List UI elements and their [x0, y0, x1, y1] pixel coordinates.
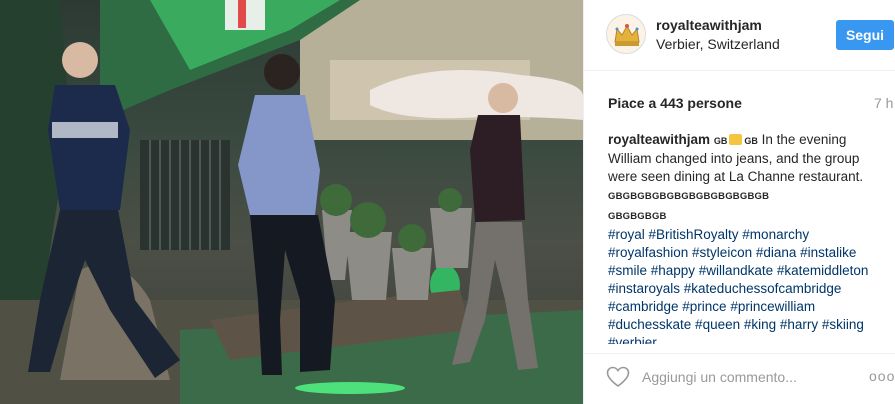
caption-username[interactable]: royalteawithjam [608, 132, 710, 147]
heart-icon[interactable] [606, 366, 630, 388]
photo-scene [0, 0, 583, 404]
post-author-username[interactable]: royalteawithjam [656, 17, 762, 33]
comment-bar: ooo [584, 353, 895, 404]
post-caption: royalteawithjam GB GB In the evening Will… [608, 131, 874, 344]
post-sidebar: royalteawithjam Verbier, Switzerland Seg… [583, 0, 895, 404]
likes-count[interactable]: Piace a 443 persone [608, 95, 742, 111]
crown-emoji-icon [729, 134, 743, 145]
gb-flags-run: GBGBGBGB [608, 211, 667, 222]
more-options-icon[interactable]: ooo [869, 368, 895, 386]
post-photo[interactable] [0, 0, 583, 404]
crown-avatar-icon[interactable] [606, 14, 646, 54]
post-header: royalteawithjam Verbier, Switzerland Seg… [584, 0, 895, 71]
gb-flag-icon: GB [744, 136, 758, 146]
caption-hashtags[interactable]: #royal #BritishRoyalty #monarchy #royalf… [608, 227, 868, 344]
gb-flags-run: GBGBGBGBGBGBGBGBGBGBGB [608, 191, 770, 202]
gb-flag-icon: GB [713, 136, 728, 146]
post-location[interactable]: Verbier, Switzerland [656, 36, 780, 52]
comment-input[interactable] [642, 365, 852, 389]
follow-button[interactable]: Segui [836, 20, 894, 50]
post-time[interactable]: 7 h [874, 95, 893, 111]
